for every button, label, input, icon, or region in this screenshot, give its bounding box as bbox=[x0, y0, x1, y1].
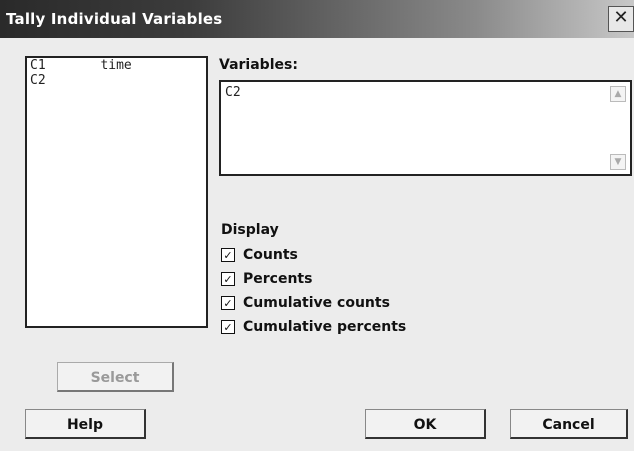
help-button[interactable]: Help bbox=[25, 409, 146, 439]
percents-option[interactable]: ✓ Percents bbox=[221, 270, 312, 288]
tally-dialog: Tally Individual Variables ✕ C1 time C2 … bbox=[0, 0, 634, 451]
list-item-c1[interactable]: C1 time bbox=[27, 58, 206, 73]
percents-checkbox[interactable]: ✓ bbox=[221, 272, 235, 286]
variables-field[interactable]: C2 ▲ ▼ bbox=[219, 80, 632, 176]
scroll-up-icon: ▲ bbox=[614, 89, 622, 99]
window-title: Tally Individual Variables bbox=[6, 10, 223, 28]
cancel-button[interactable]: Cancel bbox=[510, 409, 628, 439]
counts-label: Counts bbox=[243, 247, 298, 263]
percents-label: Percents bbox=[243, 271, 313, 287]
check-icon: ✓ bbox=[223, 296, 233, 310]
display-label: Display bbox=[221, 222, 279, 238]
list-item-c2[interactable]: C2 bbox=[27, 73, 206, 88]
variables-value: C2 bbox=[225, 85, 241, 100]
variables-label: Variables: bbox=[219, 57, 298, 73]
close-icon: ✕ bbox=[613, 7, 629, 28]
cumulative-counts-option[interactable]: ✓ Cumulative counts bbox=[221, 294, 390, 312]
ok-button[interactable]: OK bbox=[365, 409, 486, 439]
select-button[interactable]: Select bbox=[57, 362, 174, 392]
check-icon: ✓ bbox=[223, 272, 233, 286]
cumulative-percents-label: Cumulative percents bbox=[243, 319, 407, 335]
title-bar[interactable]: Tally Individual Variables ✕ bbox=[0, 0, 634, 38]
cumulative-counts-label: Cumulative counts bbox=[243, 295, 390, 311]
columns-listbox[interactable]: C1 time C2 bbox=[25, 56, 208, 328]
check-icon: ✓ bbox=[223, 320, 233, 334]
cumulative-percents-option[interactable]: ✓ Cumulative percents bbox=[221, 318, 406, 336]
counts-option[interactable]: ✓ Counts bbox=[221, 246, 298, 264]
close-button[interactable]: ✕ bbox=[608, 6, 634, 32]
counts-checkbox[interactable]: ✓ bbox=[221, 248, 235, 262]
scroll-up-button[interactable]: ▲ bbox=[610, 86, 626, 102]
scroll-down-button[interactable]: ▼ bbox=[610, 154, 626, 170]
cumulative-percents-checkbox[interactable]: ✓ bbox=[221, 320, 235, 334]
cumulative-counts-checkbox[interactable]: ✓ bbox=[221, 296, 235, 310]
check-icon: ✓ bbox=[223, 248, 233, 262]
scroll-down-icon: ▼ bbox=[614, 157, 622, 167]
